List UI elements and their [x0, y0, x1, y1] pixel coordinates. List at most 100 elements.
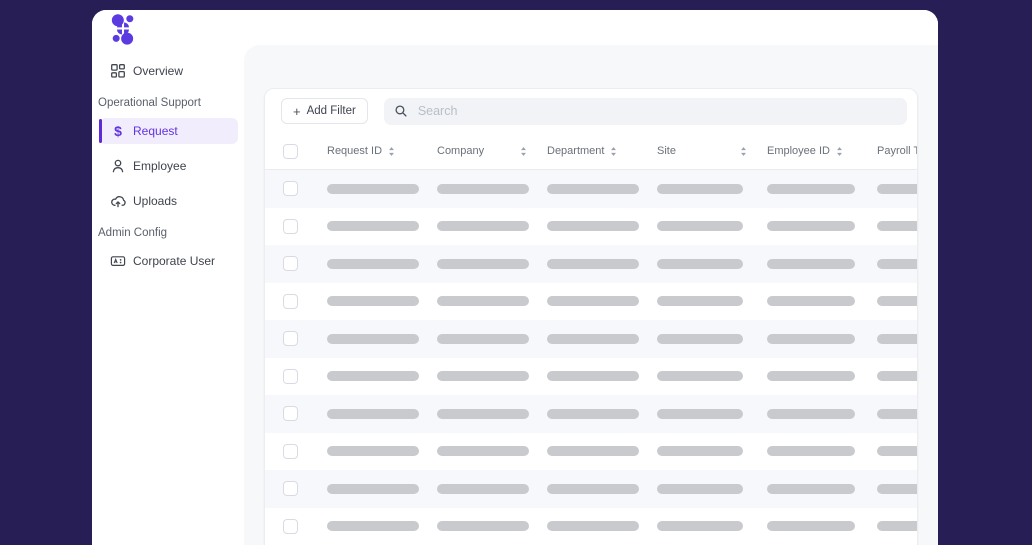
skeleton-pill — [437, 371, 529, 382]
sidebar-item-label: Corporate User — [133, 254, 216, 268]
skeleton-pill — [767, 183, 855, 194]
row-checkbox[interactable] — [283, 256, 298, 272]
skeleton-pill — [767, 258, 855, 269]
row-checkbox[interactable] — [283, 293, 298, 309]
row-checkbox-cell — [265, 218, 327, 234]
table-cell — [657, 408, 767, 419]
table-row[interactable] — [265, 320, 917, 358]
table-cell — [767, 183, 877, 194]
search-icon — [395, 105, 407, 117]
table-cell — [547, 521, 657, 532]
sort-icon[interactable] — [520, 146, 527, 157]
select-all-checkbox[interactable] — [283, 143, 298, 159]
sidebar-item-overview[interactable]: Overview — [99, 58, 238, 84]
skeleton-pill — [767, 221, 855, 232]
sort-icon[interactable] — [388, 146, 395, 157]
row-checkbox[interactable] — [283, 518, 298, 534]
row-checkbox[interactable] — [283, 481, 298, 497]
sidebar-section-admin-config: Admin Config — [98, 227, 168, 239]
row-checkbox[interactable] — [283, 368, 298, 384]
search-input[interactable] — [415, 103, 897, 119]
row-checkbox[interactable] — [283, 443, 298, 459]
table-row[interactable] — [265, 395, 917, 433]
skeleton-pill — [877, 333, 917, 344]
column-label: Site — [657, 145, 676, 157]
sidebar-item-label: Uploads — [133, 194, 178, 208]
skeleton-pill — [437, 258, 529, 269]
column-header-site[interactable]: Site — [657, 145, 767, 157]
table-row[interactable] — [265, 282, 917, 320]
table-cell — [437, 521, 547, 532]
sidebar-item-uploads[interactable]: Uploads — [99, 188, 238, 214]
sidebar-item-employee[interactable]: Employee — [99, 153, 238, 179]
skeleton-pill — [767, 521, 855, 532]
table-cell — [327, 296, 437, 307]
sidebar-item-corporate-user[interactable]: Corporate User — [99, 248, 238, 274]
table-cell — [767, 371, 877, 382]
skeleton-pill — [767, 333, 855, 344]
skeleton-pill — [547, 333, 639, 344]
skeleton-pill — [657, 183, 743, 194]
column-header-request-id[interactable]: Request ID — [327, 145, 437, 157]
table-row[interactable] — [265, 507, 917, 545]
app-logo-icon — [111, 14, 134, 45]
sort-icon[interactable] — [610, 146, 617, 157]
skeleton-pill — [657, 408, 743, 419]
table-row[interactable] — [265, 207, 917, 245]
table-cell — [547, 258, 657, 269]
table-row[interactable] — [265, 357, 917, 395]
svg-text:$: $ — [114, 123, 122, 139]
table-cell — [877, 258, 917, 269]
skeleton-pill — [767, 483, 855, 494]
skeleton-pill — [877, 296, 917, 307]
table-cell — [547, 333, 657, 344]
table-cell — [327, 333, 437, 344]
sort-icon[interactable] — [836, 146, 843, 157]
column-header-department[interactable]: Department — [547, 145, 657, 157]
table-cell — [327, 183, 437, 194]
column-header-company[interactable]: Company — [437, 145, 547, 157]
skeleton-pill — [327, 258, 419, 269]
row-checkbox-cell — [265, 331, 327, 347]
table-cell — [327, 521, 437, 532]
row-checkbox[interactable] — [283, 218, 298, 234]
skeleton-pill — [437, 333, 529, 344]
table-row[interactable] — [265, 245, 917, 283]
id-card-icon — [110, 253, 126, 269]
table-cell — [877, 521, 917, 532]
table-row[interactable] — [265, 470, 917, 508]
table-toolbar: + Add Filter — [265, 89, 917, 133]
table-row[interactable] — [265, 170, 917, 208]
skeleton-pill — [327, 446, 419, 457]
sidebar-item-request[interactable]: $ Request — [99, 118, 238, 144]
search-box[interactable] — [383, 97, 907, 125]
skeleton-pill — [547, 521, 639, 532]
skeleton-pill — [547, 408, 639, 419]
column-label: Request ID — [327, 145, 383, 157]
table-cell — [437, 258, 547, 269]
dollar-icon: $ — [110, 123, 126, 139]
table-cell — [547, 371, 657, 382]
table-row[interactable] — [265, 432, 917, 470]
table-cell — [877, 333, 917, 344]
top-bar — [92, 10, 938, 45]
skeleton-pill — [327, 371, 419, 382]
column-header-employee-id[interactable]: Employee ID — [767, 145, 877, 157]
skeleton-pill — [657, 296, 743, 307]
table-cell — [437, 183, 547, 194]
main-content: + Add Filter Request IDCompanyDepartmen — [244, 45, 938, 545]
row-checkbox-cell — [265, 406, 327, 422]
row-checkbox[interactable] — [283, 331, 298, 347]
skeleton-pill — [437, 183, 529, 194]
skeleton-pill — [877, 408, 917, 419]
skeleton-pill — [547, 296, 639, 307]
add-filter-button[interactable]: + Add Filter — [281, 98, 368, 124]
row-checkbox[interactable] — [283, 181, 298, 197]
table-cell — [437, 371, 547, 382]
sort-icon[interactable] — [740, 146, 747, 157]
table-cell — [767, 258, 877, 269]
row-checkbox[interactable] — [283, 406, 298, 422]
table-cell — [657, 258, 767, 269]
skeleton-pill — [547, 183, 639, 194]
skeleton-pill — [657, 333, 743, 344]
